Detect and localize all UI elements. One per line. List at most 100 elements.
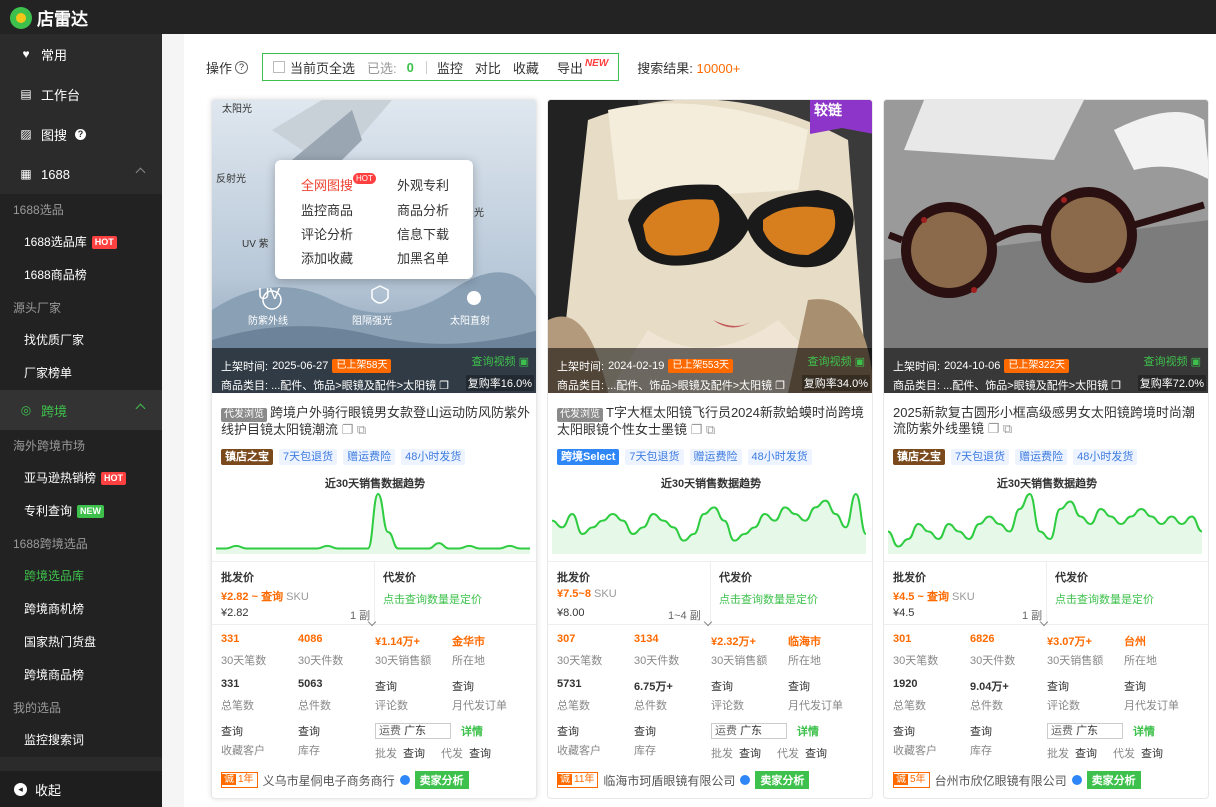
collapse-button[interactable]: ◂ 收起 xyxy=(0,771,162,807)
monthly-query[interactable]: 查询 xyxy=(788,678,865,694)
listing-time: 上架时间: 2024-02-19 已上架553天 xyxy=(557,358,734,374)
app-name: 店雷达 xyxy=(37,10,88,29)
select-all-label[interactable]: 当前页全选 xyxy=(290,58,355,77)
freight-input[interactable]: 运费 广东 xyxy=(1047,723,1123,739)
stat-label: 总笔数 xyxy=(221,700,254,712)
daifa-query[interactable]: 查询 xyxy=(805,745,827,761)
sidebar-item-workbench[interactable]: ▤ 工作台 xyxy=(0,74,162,114)
image-search-icon[interactable]: ⧉ xyxy=(706,422,715,437)
freight-input[interactable]: 运费 广东 xyxy=(375,723,451,739)
product-image[interactable]: 较链 上架时间: 2024-02-19 已上架553天 商品类目: ...配件、饰品… xyxy=(548,100,872,393)
sidebar-item-factory-ranking[interactable]: 厂家榜单 xyxy=(0,357,162,390)
video-link[interactable]: 查询视频 ▣ xyxy=(808,353,865,369)
seller-analysis-button[interactable]: 卖家分析 xyxy=(414,771,469,789)
copy-icon[interactable]: ❐ xyxy=(988,421,1000,436)
compare-button[interactable]: 对比 xyxy=(475,58,501,77)
sidebar-item-amazon[interactable]: 亚马逊热销榜 HOT xyxy=(0,462,162,495)
favorite-button[interactable]: 收藏 xyxy=(513,58,539,77)
sidebar-item-cross-library[interactable]: 跨境选品库 xyxy=(0,560,162,593)
copy-icon[interactable]: ❐ xyxy=(691,422,703,437)
copy-icon[interactable]: ❐ xyxy=(1111,380,1121,392)
copy-icon[interactable]: ❐ xyxy=(342,422,354,437)
total-orders: 5731 xyxy=(557,678,582,690)
stock-query[interactable]: 查询 xyxy=(970,723,1047,739)
seller-name[interactable]: 台州市欣亿眼镜有限公司 xyxy=(935,772,1067,789)
freight-label: 运费 xyxy=(715,725,737,737)
video-link[interactable]: 查询视频 ▣ xyxy=(1144,353,1201,369)
stock-query[interactable]: 查询 xyxy=(634,723,711,739)
app-logo[interactable]: 店雷达 xyxy=(10,5,88,30)
menu-item-download[interactable]: 信息下载 xyxy=(397,224,449,243)
pifa-query[interactable]: 查询 xyxy=(739,745,761,761)
product-title[interactable]: 代发浏览 T字大框太阳镜飞行员2024新款蛤蟆时尚跨境太阳眼镜个性女士墨镜 ❐ ⧉ xyxy=(557,405,869,438)
detail-link[interactable]: 详情 xyxy=(1133,723,1155,739)
stats-row: 331 30天笔数 4086 30天件数 ¥1.14万+ 30天销售额 金华市 所在地 xyxy=(221,633,536,668)
product-image[interactable]: 上架时间: 2024-10-06 已上架322天 商品类目: ...配件、饰品>眼镜… xyxy=(884,100,1208,393)
years-badge: 诚 5年 xyxy=(893,772,930,788)
fav-query[interactable]: 查询 xyxy=(557,723,634,739)
image-search-icon[interactable]: ⧉ xyxy=(1003,421,1012,436)
product-card[interactable]: 较链 上架时间: 2024-02-19 已上架553天 商品类目: ...配件、饰品… xyxy=(547,99,873,799)
product-card[interactable]: 上架时间: 2024-10-06 已上架322天 商品类目: ...配件、饰品>眼镜… xyxy=(883,99,1209,799)
menu-item-monitor[interactable]: 监控商品 xyxy=(301,200,353,219)
tag: 赠运费险 xyxy=(1015,449,1068,465)
freight-input[interactable]: 运费 广东 xyxy=(711,723,787,739)
fav-query[interactable]: 查询 xyxy=(221,723,298,739)
monthly-query[interactable]: 查询 xyxy=(452,678,529,694)
sidebar-item-1688-ranking[interactable]: 1688商品榜 xyxy=(0,259,162,292)
seller-analysis-button[interactable]: 卖家分析 xyxy=(755,771,810,789)
freight-value: 广东 xyxy=(740,725,763,737)
dropship-price-link[interactable]: 点击查询数量是定价 xyxy=(719,591,818,607)
seller-analysis-button[interactable]: 卖家分析 xyxy=(1086,771,1141,789)
dropship-price-link[interactable]: 点击查询数量是定价 xyxy=(383,591,482,607)
sidebar-item-hot-goods[interactable]: 国家热门货盘 xyxy=(0,626,162,659)
menu-item-analysis[interactable]: 商品分析 xyxy=(397,200,449,219)
menu-item-favorite[interactable]: 添加收藏 xyxy=(301,248,353,267)
sidebar-item-image-search[interactable]: ▨ 图搜? xyxy=(0,114,162,154)
monitor-button[interactable]: 监控 xyxy=(437,58,463,77)
monthly-query[interactable]: 查询 xyxy=(1124,678,1201,694)
help-icon[interactable]: ? xyxy=(235,60,249,74)
copy-icon[interactable]: ❐ xyxy=(775,380,785,392)
product-title[interactable]: 代发浏览 跨境户外骑行眼镜男女款登山运动防风防紫外线护目镜太阳镜潮流 ❐ ⧉ xyxy=(221,405,533,438)
seller-name[interactable]: 临海市珂盾眼镜有限公司 xyxy=(603,772,735,789)
operation-box: 当前页全选 已选: 0 监控 对比 收藏 导出 NEW xyxy=(262,53,620,81)
menu-item-patent[interactable]: 外观专利 xyxy=(397,175,449,194)
seller-name[interactable]: 义乌市星侗电子商务商行 xyxy=(263,772,395,789)
reviews-query[interactable]: 查询 xyxy=(711,678,788,694)
sidebar-item-cross-opportunity[interactable]: 跨境商机榜 xyxy=(0,593,162,626)
reviews-query[interactable]: 查询 xyxy=(375,678,452,694)
stat-label: 库存 xyxy=(970,745,992,757)
sidebar-item-patent[interactable]: 专利查询 NEW xyxy=(0,495,162,528)
daifa-query[interactable]: 查询 xyxy=(1141,745,1163,761)
sidebar-item-1688-library[interactable]: 1688选品库 HOT xyxy=(0,226,162,259)
trend-area xyxy=(888,494,1202,554)
dropship-price-link[interactable]: 点击查询数量是定价 xyxy=(1055,591,1154,607)
detail-link[interactable]: 详情 xyxy=(797,723,819,739)
copy-icon[interactable]: ❐ xyxy=(439,380,449,392)
help-icon[interactable]: ? xyxy=(75,128,87,140)
sidebar-item-cross-ranking[interactable]: 跨境商品榜 xyxy=(0,659,162,692)
detail-link[interactable]: 详情 xyxy=(461,723,483,739)
menu-item-image-search[interactable]: 全网图搜 xyxy=(301,175,353,194)
sidebar-item-common[interactable]: ♥ 常用 xyxy=(0,34,162,74)
daifa-query[interactable]: 查询 xyxy=(469,745,491,761)
fav-query[interactable]: 查询 xyxy=(893,723,970,739)
location: 台州 xyxy=(1124,636,1146,648)
sidebar-item-monitor-words[interactable]: 监控搜索词 xyxy=(0,724,162,757)
price-section: 批发价 ¥7.5~8 SKU ¥8.00 1~4 副 代发价 点击查询数量是定价 xyxy=(548,561,872,626)
video-link[interactable]: 查询视频 ▣ xyxy=(472,353,529,369)
reviews-query[interactable]: 查询 xyxy=(1047,678,1124,694)
sidebar-item-find-factory[interactable]: 找优质厂家 xyxy=(0,324,162,357)
select-all-checkbox[interactable] xyxy=(273,61,286,73)
menu-item-review-analysis[interactable]: 评论分析 xyxy=(301,224,353,243)
pifa-query[interactable]: 查询 xyxy=(1075,745,1097,761)
export-button[interactable]: 导出 xyxy=(557,58,583,77)
sidebar-section-1688[interactable]: ▦ 1688 xyxy=(0,154,162,194)
stock-query[interactable]: 查询 xyxy=(298,723,375,739)
image-search-icon[interactable]: ⧉ xyxy=(357,422,366,437)
menu-item-blacklist[interactable]: 加黑名单 xyxy=(397,248,449,267)
pifa-query[interactable]: 查询 xyxy=(403,745,425,761)
sidebar-section-cross-border[interactable]: ◎ 跨境 xyxy=(0,390,162,430)
product-title[interactable]: 2025新款复古圆形小框高级感男女太阳镜跨境时尚潮流防紫外线墨镜 ❐ ⧉ xyxy=(893,405,1205,437)
